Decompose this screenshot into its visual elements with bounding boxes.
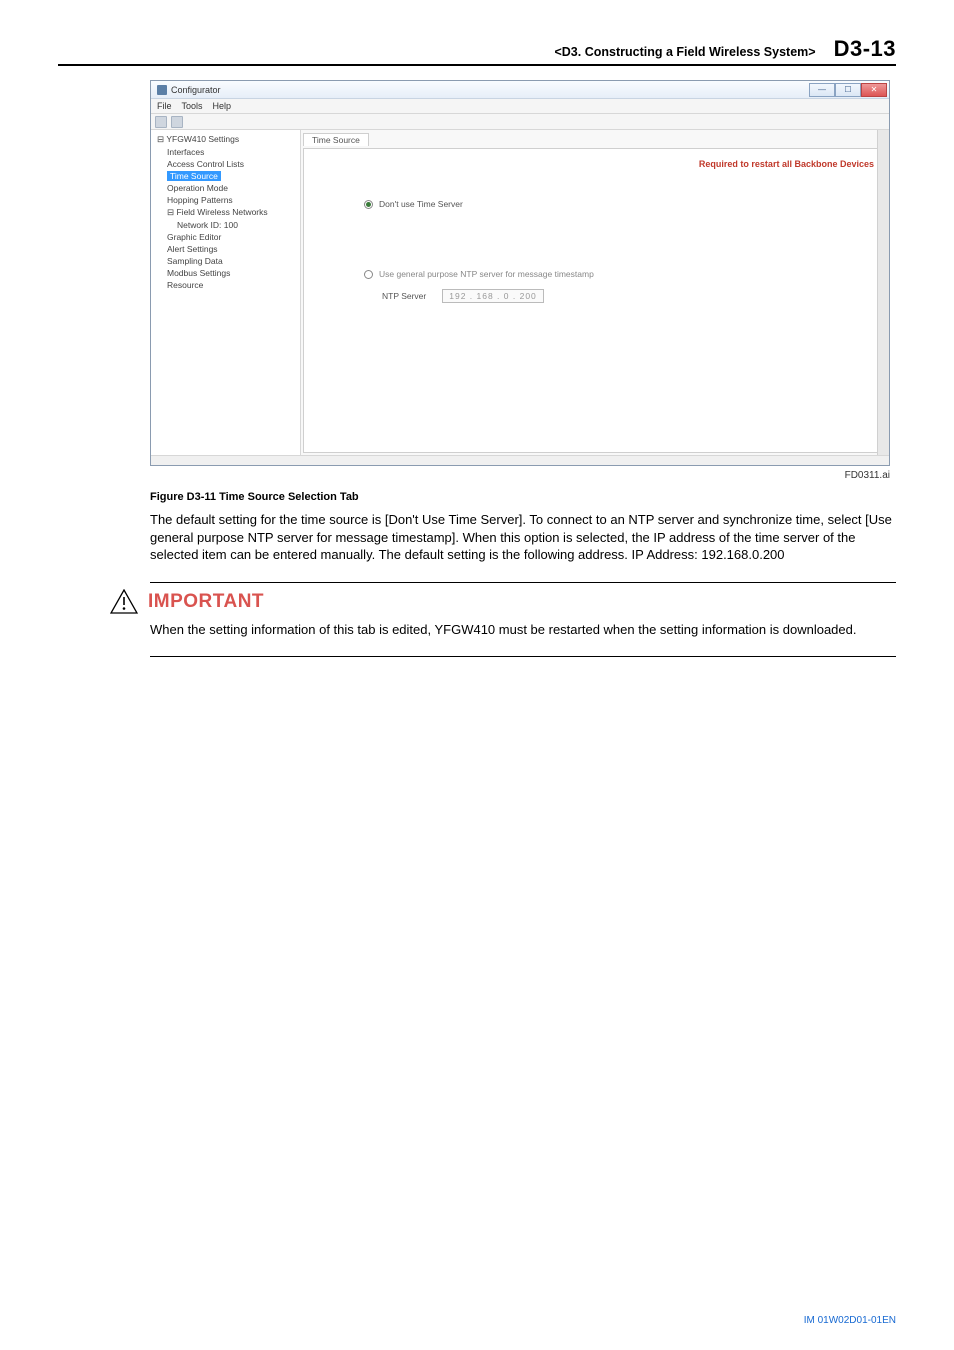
tab-time-source[interactable]: Time Source [303,133,369,146]
main-pane: Time Source Required to restart all Back… [301,130,889,455]
radio-use-ntp-row[interactable]: Use general purpose NTP server for messa… [364,269,872,279]
tree-interfaces[interactable]: Interfaces [153,146,298,158]
tree-alert-settings[interactable]: Alert Settings [153,243,298,255]
close-button[interactable]: ✕ [861,83,887,97]
footer-doc-id: IM 01W02D01-01EN [804,1315,896,1326]
maximize-button[interactable]: ☐ [835,83,861,97]
tree-field-wireless[interactable]: ⊟ Field Wireless Networks [153,206,298,219]
ntp-server-label: NTP Server [382,291,426,301]
radio-dont-use[interactable] [364,200,373,209]
tree-sampling-data[interactable]: Sampling Data [153,255,298,267]
tree-hopping-patterns[interactable]: Hopping Patterns [153,194,298,206]
divider-top [150,582,896,583]
tree-root[interactable]: ⊟ YFGW410 Settings [153,133,298,146]
required-restart-text: Required to restart all Backbone Devices [699,159,874,169]
minimize-button[interactable]: — [809,83,835,97]
window-titlebar: Configurator — ☐ ✕ [151,81,889,99]
screenshot-figure: Configurator — ☐ ✕ File Tools Help ⊟ YFG [150,80,890,466]
radio-dont-use-row[interactable]: Don't use Time Server [364,199,872,209]
ntp-server-input[interactable]: 192 . 168 . 0 . 200 [442,289,544,303]
menu-file[interactable]: File [157,101,172,111]
divider-bottom [150,656,896,657]
tree-pane: ⊟ YFGW410 Settings Interfaces Access Con… [151,130,301,455]
app-icon [157,85,167,95]
tab-body: Required to restart all Backbone Devices… [303,148,887,453]
toolbar-icon-2[interactable] [171,116,183,128]
figure-caption: Figure D3-11 Time Source Selection Tab [150,491,896,503]
tree-modbus-settings[interactable]: Modbus Settings [153,267,298,279]
menu-help[interactable]: Help [213,101,232,111]
warning-icon [110,589,138,615]
tree-graphic-editor[interactable]: Graphic Editor [153,231,298,243]
tree-network-id[interactable]: Network ID: 100 [153,219,298,231]
window-title: Configurator [171,85,221,95]
statusbar [151,455,889,465]
toolbar-icon-1[interactable] [155,116,167,128]
page-number: D3-13 [834,36,896,62]
body-paragraph: The default setting for the time source … [150,511,896,564]
menu-tools[interactable]: Tools [182,101,203,111]
tree-resource[interactable]: Resource [153,279,298,291]
radio-use-ntp-label: Use general purpose NTP server for messa… [379,269,594,279]
tree-access-control[interactable]: Access Control Lists [153,158,298,170]
important-text: When the setting information of this tab… [150,621,896,639]
toolbar [151,114,889,130]
radio-dont-use-label: Don't use Time Server [379,199,463,209]
radio-use-ntp[interactable] [364,270,373,279]
important-label: IMPORTANT [148,591,264,613]
menubar: File Tools Help [151,99,889,114]
tree-operation-mode[interactable]: Operation Mode [153,182,298,194]
vertical-scrollbar[interactable] [877,130,889,455]
chapter-title: <D3. Constructing a Field Wireless Syste… [554,45,815,59]
tree-time-source[interactable]: Time Source [153,170,298,182]
image-id: FD0311.ai [150,470,890,481]
